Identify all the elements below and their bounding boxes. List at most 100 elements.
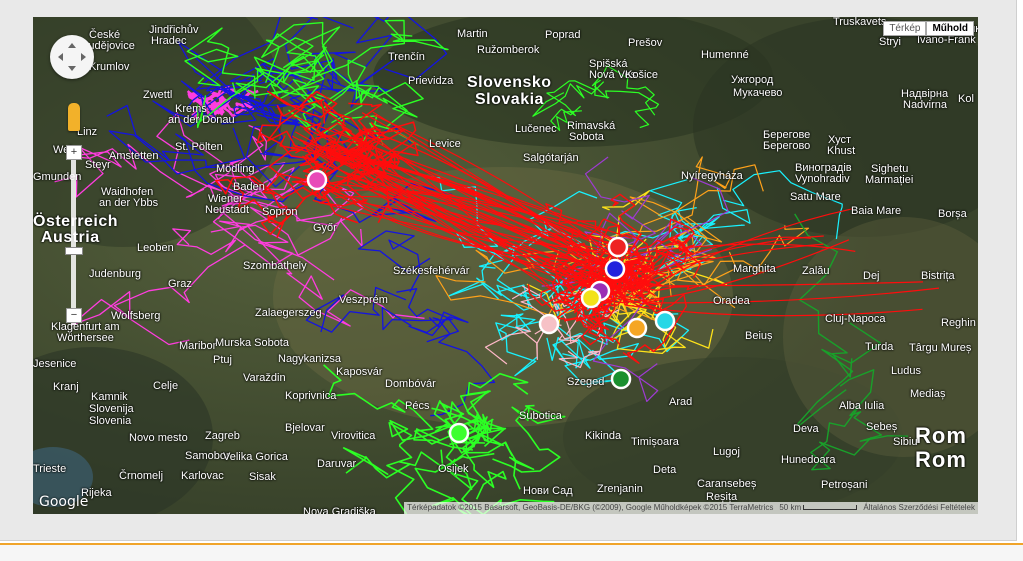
map-label-city: Murska Sobota (215, 337, 289, 349)
zoom-slider-track[interactable] (71, 151, 76, 325)
map-label-city: Reghin (941, 317, 976, 329)
zoom-in-button[interactable]: + (66, 145, 82, 160)
map-label-city: Oradea (713, 295, 750, 307)
map-label-city: Deva (793, 423, 819, 435)
bird-track (310, 17, 448, 85)
map-label-city: Slovenia (89, 415, 132, 427)
map-label-city: Borșa (938, 208, 967, 220)
map-label-city: Beiuș (745, 330, 773, 342)
map-label-city: Truskavets (833, 17, 887, 28)
map-label-city: Krumlov (89, 61, 130, 73)
map-label-city: Ужгород (731, 74, 774, 86)
map-label-city: Kranj (53, 381, 79, 393)
map-label-city: Deta (653, 464, 677, 476)
map-label-city: Trenčín (388, 51, 425, 63)
map-label-country: Rom (915, 447, 967, 472)
map-label-city: Caransebeș (697, 478, 757, 490)
zoom-out-button[interactable]: − (66, 308, 82, 323)
map-label-city: Târgu Mureș (909, 342, 972, 354)
map-label-city: Stryi (879, 36, 901, 48)
map-label-city: Satu Mare (790, 191, 841, 203)
map-label-city: Sobota (569, 131, 604, 143)
map-label-city: an der Donau (168, 114, 235, 126)
map-label-city: Ludus (891, 365, 921, 377)
map-label-city: Prievidza (408, 75, 454, 87)
map-label-city: St. Pölten (175, 141, 223, 153)
street-view-pegman-icon[interactable] (68, 103, 80, 131)
map-label-city: Timișoara (631, 436, 679, 448)
zoom-slider-handle[interactable] (65, 247, 83, 255)
scale-bar: 50 km (779, 502, 858, 514)
map-label-city: Ptuj (213, 354, 232, 366)
map-label-city: Zrenjanin (597, 483, 643, 495)
map-label-city: Petroșani (821, 479, 868, 491)
terms-link[interactable]: Általános Szerződési Feltételek (863, 502, 975, 514)
map-label-city: Mediaș (910, 388, 946, 400)
map-label-city: Daruvar (317, 458, 357, 470)
map-label-city: Ivano-Frank (917, 34, 976, 46)
map-label-city: Neustadt (205, 204, 250, 216)
pan-control[interactable] (50, 35, 94, 79)
map-label-country: Slovensko (467, 74, 552, 91)
map-label-city: Nyíregyháza (681, 170, 743, 182)
bird-track (794, 213, 853, 378)
map-label-city: Székesfehérvár (393, 265, 470, 277)
map-label-city: Humenné (701, 49, 749, 61)
map-label-city: Baden (233, 181, 265, 193)
map-label-city: Koprivnica (285, 390, 337, 402)
bird-track (610, 223, 716, 248)
map-label-city: Amstetten (109, 150, 159, 162)
map-label-city: Linz (77, 126, 98, 138)
bird-track (484, 326, 547, 365)
scale-ruler (803, 505, 858, 511)
scale-text: 50 km (779, 503, 802, 512)
map-label-city: Zalaegerszeg (255, 307, 322, 319)
map-label-city: Sibiu (893, 436, 918, 448)
map-label-city: Kol (958, 93, 974, 105)
map-label-city: Wörthersee (57, 332, 114, 344)
map-label-city: Lugoj (713, 446, 740, 458)
map-label-city: Kikinda (585, 430, 622, 442)
map-label-city: Zalău (802, 265, 830, 277)
map-label-city: Črnomelj (119, 470, 164, 482)
map-label-city: Leoben (137, 242, 174, 254)
map-label-country: Slovakia (475, 91, 544, 108)
satellite-map[interactable]: SlovenskoSlovakiaÖsterreichAustriaRomRom… (33, 17, 978, 514)
map-label-city: Hunedoara (781, 454, 836, 466)
map-label-city: Cluj-Napoca (825, 313, 886, 325)
map-label-city: Zwettl (143, 89, 173, 101)
map-label-city: Marghita (733, 263, 776, 275)
map-label-city: an der Ybbs (99, 197, 159, 209)
map-label-city: Veszprém (339, 294, 388, 306)
map-type-control: Térkép Műhold (883, 21, 974, 36)
map-label-city: Győr (313, 222, 337, 234)
map-label-city: Velika Gorica (223, 451, 288, 463)
map-label-city: Kamnik (91, 391, 128, 403)
map-type-terkep-button[interactable]: Térkép (883, 21, 927, 36)
map-label-city: Maribor (179, 340, 217, 352)
map-label-city: Subotica (519, 410, 562, 422)
map-label-city: Levice (429, 138, 461, 150)
map-label-city: Szeged (567, 376, 605, 388)
map-label-city: Salgótarján (523, 152, 579, 164)
map-type-muhold-button[interactable]: Műhold (926, 21, 974, 36)
map-label-city: Hradec (151, 35, 187, 47)
map-label-city: Nova Gradiška (303, 506, 376, 515)
map-label-city: Zagreb (205, 430, 240, 442)
map-label-city: Košice (625, 69, 659, 81)
map-label-city: Bjelovar (285, 422, 325, 434)
map-label-city: Nagykanizsa (278, 353, 341, 365)
map-label-city: Prešov (628, 37, 663, 49)
map-label-city: Vynohradiv (795, 173, 850, 185)
bird-track (696, 187, 751, 233)
map-label-city: Judenburg (89, 268, 141, 280)
map-label-city: Bistrița (921, 270, 955, 282)
map-label-city: Sisak (249, 471, 276, 483)
map-label-city: Virovitica (331, 430, 376, 442)
google-logo[interactable]: Google (39, 494, 88, 510)
map-label-city: Marmației (865, 174, 914, 186)
page-bottom-strip (0, 543, 1023, 561)
map-attribution: Térképadatok ©2015 Basarsoft, GeoBasis-D… (404, 502, 978, 514)
map-label-city: Trieste (33, 463, 67, 475)
map-label-city: Novo mesto (129, 432, 188, 444)
